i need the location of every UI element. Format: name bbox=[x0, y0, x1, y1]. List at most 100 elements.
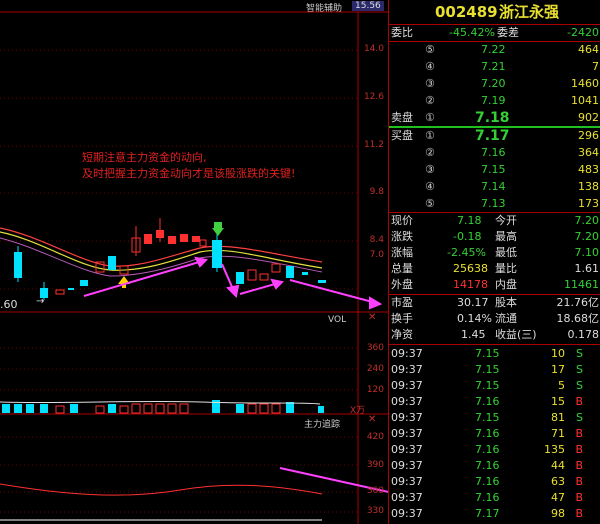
stat-label: 内盘 bbox=[495, 278, 517, 291]
stat-value: -2.45% bbox=[447, 246, 486, 259]
stat-value: -0.18 bbox=[453, 230, 482, 243]
fund-value: 0.14% bbox=[457, 312, 492, 325]
fund-label: 净资 bbox=[391, 328, 413, 341]
level-marker: ② bbox=[425, 146, 435, 159]
tick-row: 09:37 7.16 15 B bbox=[389, 394, 600, 410]
stat-label: 涨跌 bbox=[391, 230, 413, 243]
tick-price: 7.16 bbox=[475, 475, 500, 488]
ratio-label: 委比 bbox=[391, 26, 413, 39]
diff-label: 委差 bbox=[497, 26, 519, 39]
fund-value: 30.17 bbox=[457, 296, 489, 309]
fund-label: 市盈 bbox=[391, 296, 413, 309]
tick-row: 09:37 7.16 47 B bbox=[389, 490, 600, 506]
quote-panel: 002489 浙江永强 委比 -45.42% 委差 -2420 ⑤ 7.22 4… bbox=[388, 0, 600, 524]
level-marker: ④ bbox=[425, 180, 435, 193]
tick-time: 09:37 bbox=[391, 347, 423, 360]
mf-tick: 330 bbox=[366, 506, 384, 516]
level-marker: ⑤ bbox=[425, 197, 435, 210]
vol-unit: X万 bbox=[350, 406, 366, 416]
annotation-line-2: 及时把握主力资金动向才是该股涨跌的关键! bbox=[82, 167, 296, 180]
tick-side: S bbox=[576, 379, 583, 392]
stat-row: 总量 25638 量比 1.61 bbox=[389, 261, 600, 277]
tick-row: 09:37 7.16 44 B bbox=[389, 458, 600, 474]
stat-value: 7.18 bbox=[457, 214, 482, 227]
diff-value: -2420 bbox=[567, 26, 599, 39]
sell-row[interactable]: ③ 7.20 1460 bbox=[389, 76, 600, 92]
fund-row: 换手 0.14% 流通 18.68亿 bbox=[389, 311, 600, 327]
stat-value: 7.20 bbox=[574, 230, 600, 243]
sell-row[interactable]: ⑤ 7.22 464 bbox=[389, 42, 600, 58]
vol-tick: 360 bbox=[366, 343, 384, 353]
buy-volume: 138 bbox=[578, 180, 599, 193]
fund-label: 收益(三) bbox=[495, 328, 537, 341]
close-icon[interactable]: ✕ bbox=[368, 414, 376, 425]
mf-tick: 360 bbox=[366, 486, 384, 496]
candles bbox=[14, 218, 326, 300]
tick-price: 7.16 bbox=[475, 395, 500, 408]
tick-volume: 17 bbox=[551, 363, 565, 376]
tick-side: B bbox=[575, 395, 583, 408]
tick-list[interactable]: 09:37 7.15 10 S 09:37 7.15 17 S 09:37 7.… bbox=[389, 346, 600, 524]
level-marker: ③ bbox=[425, 163, 435, 176]
kline-chart[interactable]: 智能辅助 15.56 → 14.0 12.6 11.2 9.8 8.4 7.0 … bbox=[0, 0, 388, 524]
fund-label: 换手 bbox=[391, 312, 413, 325]
tick-volume: 10 bbox=[551, 347, 565, 360]
tick-row: 09:37 7.16 71 B bbox=[389, 426, 600, 442]
stat-value: 14178 bbox=[453, 278, 488, 291]
svg-text:→: → bbox=[36, 296, 44, 307]
chart-canvas: → bbox=[0, 11, 388, 524]
level-marker: ② bbox=[425, 94, 435, 107]
close-icon[interactable]: ✕ bbox=[368, 312, 376, 323]
stat-label: 最低 bbox=[495, 246, 517, 259]
vol-label: VOL bbox=[328, 315, 347, 325]
tick-volume: 63 bbox=[551, 475, 565, 488]
tick-volume: 98 bbox=[551, 507, 565, 520]
buy-row[interactable]: ④ 7.14 138 bbox=[389, 179, 600, 195]
tick-time: 09:37 bbox=[391, 443, 423, 456]
buy-price: 7.15 bbox=[481, 163, 506, 176]
stat-label: 现价 bbox=[391, 214, 413, 227]
buy-price: 7.16 bbox=[481, 146, 506, 159]
low-price-label: .60 bbox=[0, 298, 18, 311]
mf-tick: 420 bbox=[366, 432, 384, 442]
stat-label: 量比 bbox=[495, 262, 517, 275]
buy-label: 买盘 bbox=[391, 129, 413, 142]
main-force-label: 主力追踪 bbox=[304, 420, 341, 430]
level-marker: ④ bbox=[425, 60, 435, 73]
level-marker: ① bbox=[425, 129, 435, 142]
tick-time: 09:37 bbox=[391, 411, 423, 424]
fund-row: 市盈 30.17 股本 21.76亿 bbox=[389, 295, 600, 311]
order-ratio-row: 委比 -45.42% 委差 -2420 bbox=[389, 25, 600, 41]
tick-row: 09:37 7.15 17 S bbox=[389, 362, 600, 378]
tick-side: S bbox=[576, 347, 583, 360]
price-tick: 9.8 bbox=[369, 187, 384, 197]
tick-volume: 5 bbox=[558, 379, 565, 392]
stat-value: 1.61 bbox=[574, 262, 600, 275]
buy-row[interactable]: ② 7.16 364 bbox=[389, 145, 600, 161]
tick-side: B bbox=[575, 459, 583, 472]
price-tick: 8.4 bbox=[369, 235, 384, 245]
tick-row: 09:37 7.15 5 S bbox=[389, 378, 600, 394]
sell-row[interactable]: ② 7.19 1041 bbox=[389, 93, 600, 109]
sell-row[interactable]: 卖盘 ① 7.18 902 bbox=[389, 110, 600, 126]
sell-volume: 1041 bbox=[571, 94, 599, 107]
stat-label: 总量 bbox=[391, 262, 413, 275]
stock-name: 浙江永强 bbox=[499, 3, 560, 21]
sell-price: 7.20 bbox=[481, 77, 506, 90]
buy-row[interactable]: 买盘 ① 7.17 296 bbox=[389, 128, 600, 144]
stat-value: 25638 bbox=[453, 262, 488, 275]
sell-price: 7.21 bbox=[481, 60, 506, 73]
sell-price: 7.18 bbox=[475, 110, 510, 126]
tick-time: 09:37 bbox=[391, 427, 423, 440]
sell-row[interactable]: ④ 7.21 7 bbox=[389, 59, 600, 75]
buy-row[interactable]: ③ 7.15 483 bbox=[389, 162, 600, 178]
tick-side: B bbox=[575, 491, 583, 504]
buy-price: 7.14 bbox=[481, 180, 506, 193]
buy-row[interactable]: ⑤ 7.13 173 bbox=[389, 196, 600, 212]
sell-volume: 464 bbox=[578, 43, 599, 56]
tick-price: 7.15 bbox=[475, 411, 500, 424]
tick-side: B bbox=[575, 427, 583, 440]
tick-row: 09:37 7.17 98 B bbox=[389, 506, 600, 522]
sell-volume: 902 bbox=[578, 111, 599, 124]
buy-price: 7.17 bbox=[475, 128, 510, 144]
